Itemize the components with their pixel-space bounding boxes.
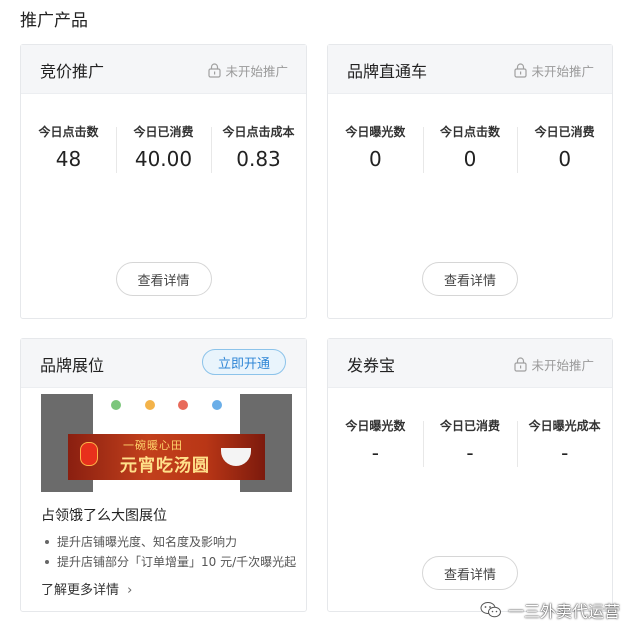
metrics-row: 今日点击数 48 今日已消费 40.00 今日点击成本 0.83 [21,123,306,173]
status-badge: 未开始推广 [514,355,594,374]
learn-more-label: 了解更多详情 [41,583,120,598]
banner-lantern-festival: 一碗暖心田 元宵吃汤圆 [68,434,265,480]
card-brand-express: 品牌直通车 未开始推广 今日曝光数 0 今日点击数 0 今日已消费 0 查看详情 [327,44,613,319]
metric-value: - [371,441,379,465]
watermark: 一三外卖代运营 [480,598,620,622]
metric-value: 0.83 [236,147,281,171]
metric-value: 0 [558,147,572,171]
metric-value: 0 [368,147,382,171]
banner-headline: 元宵吃汤圆 [120,456,210,476]
metric-label: 今日点击成本 [222,125,295,139]
wechat-icon [480,602,501,618]
metric-label: 今日曝光数 [345,419,406,433]
metric-label: 今日曝光数 [345,125,406,139]
view-details-button[interactable]: 查看详情 [115,262,212,296]
view-details-button[interactable]: 查看详情 [422,556,518,590]
card-title: 品牌展位 [40,356,105,375]
lock-icon [514,357,528,372]
list-item: 提升店铺部分「订单增量」10 元/千次曝光起 [41,552,296,572]
metric-label: 今日点击数 [38,125,99,139]
metric: 今日曝光成本 - [517,417,612,467]
card-coupon: 发券宝 未开始推广 今日曝光数 - 今日已消费 - 今日曝光成本 - 查看详情 [327,338,613,612]
card-header: 品牌直通车 未开始推广 [328,45,612,94]
metric-value: 0 [463,147,477,171]
open-now-button[interactable]: 立即开通 [202,349,286,375]
card-title: 发券宝 [347,356,396,375]
learn-more-link[interactable]: 了解更多详情 › [41,579,132,598]
banner-cell [167,398,201,412]
card-title: 竞价推广 [40,62,105,81]
metric: 今日曝光数 - [328,417,423,465]
banner-cell [200,398,234,412]
metric-value: - [561,441,569,465]
metric-label: 今日已消费 [534,125,595,139]
promo-title: 占领饿了么大图展位 [41,508,167,524]
card-brand-showcase: 品牌展位 立即开通 一碗暖心田 元宵吃汤圆 占领饿了么大图展位 提升店铺曝光度、… [20,338,307,612]
metric-label: 今日点击数 [440,125,501,139]
banner-cell [99,398,133,412]
metric-value: 40.00 [134,147,193,171]
metric-value: 48 [55,147,82,171]
metric: 今日点击成本 0.83 [211,123,306,173]
metric: 今日曝光数 0 [328,123,423,171]
lock-icon [208,63,222,78]
metric: 今日点击数 0 [422,123,518,173]
metrics-row: 今日曝光数 - 今日已消费 - 今日曝光成本 - [328,417,612,467]
benefit-list: 提升店铺曝光度、知名度及影响力 提升店铺部分「订单增量」10 元/千次曝光起 [41,532,296,572]
banner-category-grid [99,398,234,412]
metric: 今日已消费 0 [517,123,612,173]
metric-label: 今日已消费 [133,125,194,139]
card-header: 品牌展位 立即开通 [21,339,306,388]
lantern-icon [80,442,98,466]
metric-value: - [466,441,474,465]
status-text: 未开始推广 [531,64,594,79]
bowl-icon [221,448,251,466]
metric-label: 今日已消费 [440,419,501,433]
card-header: 竞价推广 未开始推广 [21,45,306,94]
chevron-right-icon: › [127,583,133,598]
showcase-banner-image[interactable]: 一碗暖心田 元宵吃汤圆 [41,394,292,492]
card-title: 品牌直通车 [347,62,428,81]
banner-cell [133,398,167,412]
watermark-text: 一三外卖代运营 [507,602,620,621]
status-text: 未开始推广 [225,64,288,79]
page-title: 推广产品 [20,11,88,31]
status-badge: 未开始推广 [208,61,288,80]
metrics-row: 今日曝光数 0 今日点击数 0 今日已消费 0 [328,123,612,173]
card-bidding: 竞价推广 未开始推广 今日点击数 48 今日已消费 40.00 今日点击成本 0… [20,44,307,319]
metric: 今日点击数 48 [21,123,116,171]
status-text: 未开始推广 [531,358,594,373]
metric-label: 今日曝光成本 [528,419,601,433]
status-badge: 未开始推广 [514,61,594,80]
metric: 今日已消费 - [422,417,518,467]
metric: 今日已消费 40.00 [116,123,211,173]
lock-icon [514,63,528,78]
list-item: 提升店铺曝光度、知名度及影响力 [41,532,296,552]
view-details-button[interactable]: 查看详情 [422,262,518,296]
card-header: 发券宝 未开始推广 [328,339,612,388]
